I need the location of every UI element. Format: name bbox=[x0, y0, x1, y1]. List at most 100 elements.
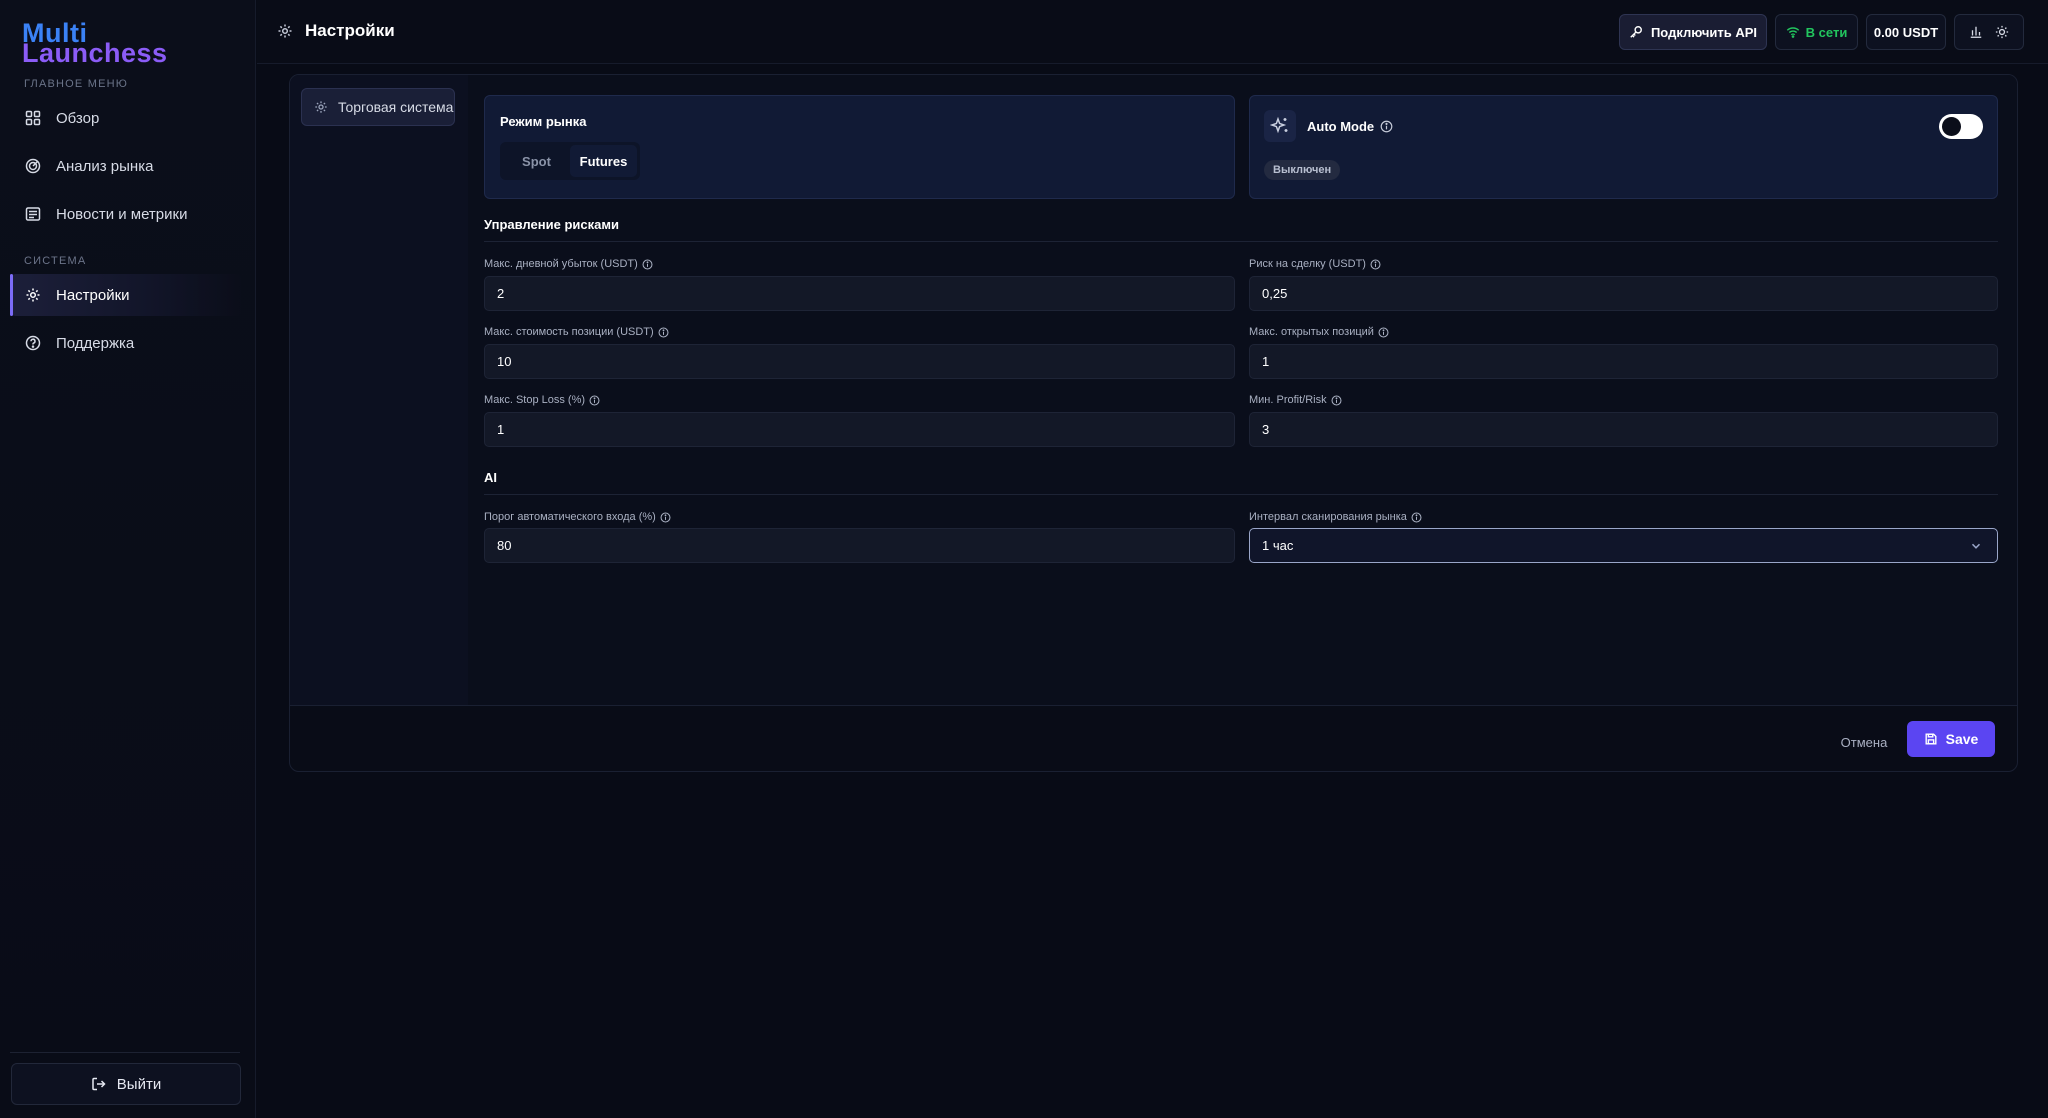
min-profit-risk-label: Мин. Profit/Risk bbox=[1249, 394, 1998, 406]
sidebar-item-settings[interactable]: Настройки bbox=[10, 274, 242, 316]
sidebar-item-label: Настройки bbox=[56, 286, 130, 304]
info-icon[interactable] bbox=[589, 395, 600, 406]
cancel-button[interactable]: Отмена bbox=[1824, 724, 1904, 760]
auto-mode-status-badge: Выключен bbox=[1264, 160, 1341, 180]
max-open-positions-label: Макс. открытых позиций bbox=[1249, 326, 1998, 338]
connect-api-label: Подключить API bbox=[1650, 24, 1758, 40]
sidebar-item-label: Новости и метрики bbox=[56, 205, 188, 223]
nav-section-system: СИСТЕМА bbox=[24, 255, 87, 267]
max-position-cost-label-text: Макс. стоимость позиции (USDT) bbox=[484, 326, 654, 338]
sidebar-item-label: Обзор bbox=[56, 109, 100, 127]
balance-badge[interactable]: 0.00 USDT bbox=[1866, 14, 1946, 50]
info-icon[interactable] bbox=[1380, 120, 1393, 133]
scan-interval-label-text: Интервал сканирования рынка bbox=[1249, 511, 1407, 523]
wifi-icon bbox=[1786, 25, 1800, 39]
gear-icon bbox=[277, 23, 293, 39]
logout-icon bbox=[91, 1076, 107, 1092]
grid-icon bbox=[24, 109, 42, 127]
sidebar-item-support[interactable]: Поддержка bbox=[10, 322, 242, 364]
tab-trading-system[interactable]: Торговая система bbox=[301, 88, 455, 126]
scan-interval-select[interactable]: 1 час bbox=[1249, 528, 1998, 563]
sun-icon[interactable] bbox=[1995, 25, 2009, 39]
max-daily-loss-label: Макс. дневной убыток (USDT) bbox=[484, 258, 1235, 270]
max-stop-loss-input[interactable]: 1 bbox=[484, 412, 1235, 447]
market-mode-spot[interactable]: Spot bbox=[503, 145, 570, 177]
online-status-button[interactable]: В сети bbox=[1775, 14, 1858, 50]
logout-button[interactable]: Выйти bbox=[11, 1063, 241, 1105]
auto-entry-threshold-label-text: Порог автоматического входа (%) bbox=[484, 511, 656, 523]
scan-interval-value: 1 час bbox=[1262, 538, 1294, 553]
auto-entry-threshold-label: Порог автоматического входа (%) bbox=[484, 511, 1235, 523]
brand-logo[interactable]: Multi Launchess bbox=[20, 18, 190, 68]
chevron-down-icon bbox=[1969, 539, 1983, 553]
risk-per-trade-label: Риск на сделку (USDT) bbox=[1249, 258, 1998, 270]
max-open-positions-input[interactable]: 1 bbox=[1249, 344, 1998, 379]
info-icon[interactable] bbox=[642, 259, 653, 270]
connect-api-button[interactable]: Подключить API bbox=[1619, 14, 1767, 50]
info-icon[interactable] bbox=[660, 512, 671, 523]
newspaper-icon bbox=[24, 205, 42, 223]
gear-icon bbox=[314, 100, 328, 114]
auto-mode-title: Auto Mode bbox=[1307, 119, 1393, 134]
toggle-knob bbox=[1942, 117, 1961, 136]
min-profit-risk-input[interactable]: 3 bbox=[1249, 412, 1998, 447]
bar-chart-icon[interactable] bbox=[1969, 25, 1983, 39]
header-icon-group bbox=[1954, 14, 2024, 50]
card-footer-divider bbox=[290, 705, 2017, 706]
settings-card: Торговая система Режим рынка Spot Future… bbox=[289, 74, 2018, 772]
tab-label: Торговая система bbox=[338, 99, 454, 115]
sparkles-icon bbox=[1264, 110, 1296, 142]
sidebar-item-overview[interactable]: Обзор bbox=[10, 97, 242, 139]
top-header: Настройки Подключить API В сети 0.00 USD… bbox=[257, 0, 2048, 64]
page-title: Настройки bbox=[277, 21, 395, 41]
max-daily-loss-label-text: Макс. дневной убыток (USDT) bbox=[484, 258, 638, 270]
online-status-label: В сети bbox=[1805, 24, 1848, 40]
page-title-text: Настройки bbox=[305, 21, 395, 40]
risk-per-trade-label-text: Риск на сделку (USDT) bbox=[1249, 258, 1366, 270]
market-mode-futures[interactable]: Futures bbox=[570, 145, 637, 177]
auto-mode-panel: Auto Mode Выключен bbox=[1249, 95, 1998, 199]
brand-line-2: Launchess bbox=[22, 38, 168, 68]
market-mode-switch: Spot Futures bbox=[500, 142, 640, 180]
nav-section-main: ГЛАВНОЕ МЕНЮ bbox=[24, 78, 129, 90]
max-stop-loss-label: Макс. Stop Loss (%) bbox=[484, 394, 1235, 406]
max-stop-loss-label-text: Макс. Stop Loss (%) bbox=[484, 394, 586, 406]
sidebar-divider bbox=[10, 1052, 240, 1053]
max-open-positions-label-text: Макс. открытых позиций bbox=[1249, 326, 1374, 338]
market-mode-panel: Режим рынка Spot Futures bbox=[484, 95, 1235, 199]
sidebar: Multi Launchess ГЛАВНОЕ МЕНЮ Обзор Анали… bbox=[0, 0, 256, 1118]
settings-tabs: Торговая система bbox=[290, 75, 468, 705]
max-position-cost-input[interactable]: 10 bbox=[484, 344, 1235, 379]
auto-mode-toggle[interactable] bbox=[1939, 114, 1983, 139]
risk-section-divider bbox=[484, 241, 1998, 242]
sidebar-item-news[interactable]: Новости и метрики bbox=[10, 193, 242, 235]
gear-icon bbox=[24, 286, 42, 304]
market-mode-title: Режим рынка bbox=[500, 114, 587, 129]
info-icon[interactable] bbox=[658, 327, 669, 338]
save-button[interactable]: Save bbox=[1907, 721, 1995, 757]
info-icon[interactable] bbox=[1331, 395, 1342, 406]
ai-section-title: AI bbox=[484, 470, 497, 485]
min-profit-risk-label-text: Мин. Profit/Risk bbox=[1249, 394, 1327, 406]
max-daily-loss-input[interactable]: 2 bbox=[484, 276, 1235, 311]
info-icon[interactable] bbox=[1411, 512, 1422, 523]
risk-section-title: Управление рисками bbox=[484, 217, 619, 232]
ai-section-divider bbox=[484, 494, 1998, 495]
help-circle-icon bbox=[24, 334, 42, 352]
risk-per-trade-input[interactable]: 0,25 bbox=[1249, 276, 1998, 311]
logout-label: Выйти bbox=[116, 1075, 162, 1093]
info-icon[interactable] bbox=[1370, 259, 1381, 270]
save-label: Save bbox=[1945, 731, 1979, 747]
balance-value: 0.00 USDT bbox=[1873, 24, 1939, 40]
auto-entry-threshold-input[interactable]: 80 bbox=[484, 528, 1235, 563]
save-icon bbox=[1924, 732, 1938, 746]
scan-interval-label: Интервал сканирования рынка bbox=[1249, 511, 1998, 523]
sidebar-item-label: Поддержка bbox=[56, 334, 135, 352]
sidebar-item-label: Анализ рынка bbox=[56, 157, 154, 175]
sidebar-item-market-analysis[interactable]: Анализ рынка bbox=[10, 145, 242, 187]
max-position-cost-label: Макс. стоимость позиции (USDT) bbox=[484, 326, 1235, 338]
radar-icon bbox=[24, 157, 42, 175]
auto-mode-title-text: Auto Mode bbox=[1307, 119, 1375, 134]
info-icon[interactable] bbox=[1378, 327, 1389, 338]
key-icon bbox=[1629, 25, 1643, 39]
